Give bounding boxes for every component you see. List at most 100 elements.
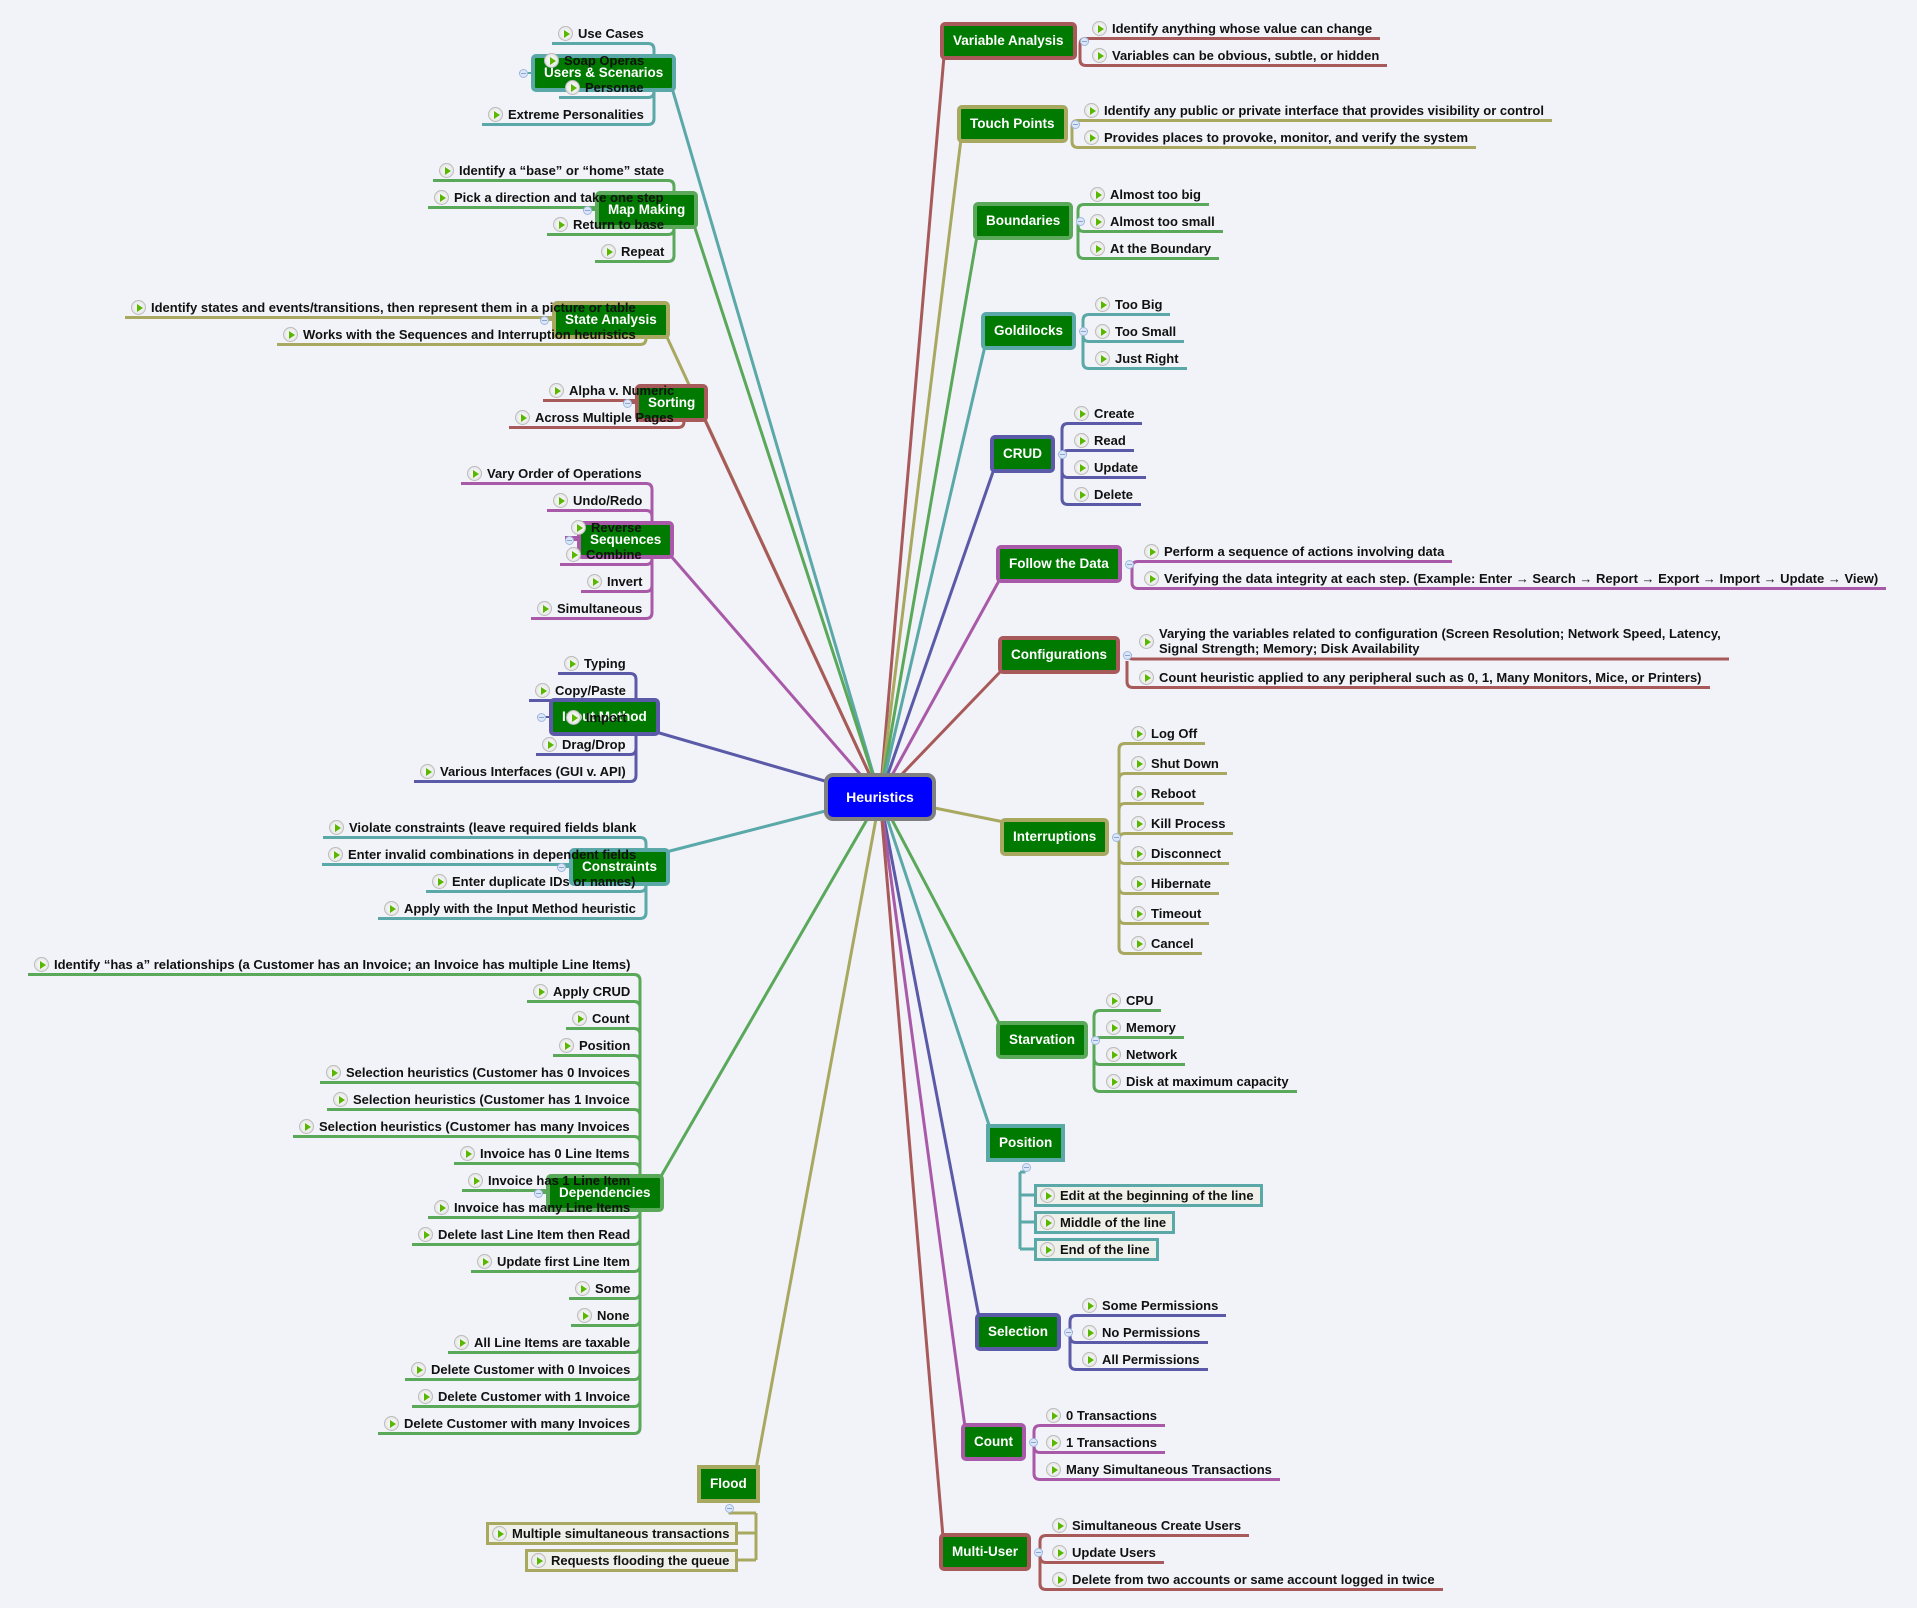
collapse-toggle-icon[interactable] [1058, 450, 1067, 459]
leaf-item[interactable]: Memory [1106, 1019, 1176, 1035]
leaf-item[interactable]: 1 Transactions [1046, 1434, 1157, 1450]
leaf-item[interactable]: Apply CRUD [533, 983, 630, 999]
leaf-item[interactable]: Multiple simultaneous transactions [486, 1521, 739, 1545]
leaf-item[interactable]: Pick a direction and take one step [434, 189, 664, 205]
leaf-item[interactable]: Cancel [1131, 935, 1194, 951]
leaf-item[interactable]: Provides places to provoke, monitor, and… [1084, 129, 1468, 145]
leaf-item[interactable]: Disconnect [1131, 845, 1221, 861]
leaf-item[interactable]: CPU [1106, 992, 1153, 1008]
branch-node-flood[interactable]: Flood [697, 1465, 760, 1503]
leaf-item[interactable]: Use Cases [558, 25, 644, 41]
collapse-toggle-icon[interactable] [1071, 120, 1080, 129]
leaf-item[interactable]: At the Boundary [1090, 240, 1211, 256]
leaf-item[interactable]: Invoice has 1 Line Item [468, 1172, 630, 1188]
leaf-item[interactable]: Update Users [1052, 1544, 1156, 1560]
leaf-item[interactable]: Update first Line Item [477, 1253, 630, 1269]
branch-node-starvation[interactable]: Starvation [996, 1021, 1089, 1059]
collapse-toggle-icon[interactable] [1125, 560, 1134, 569]
collapse-toggle-icon[interactable] [540, 316, 549, 325]
leaf-item[interactable]: Network [1106, 1046, 1177, 1062]
leaf-item[interactable]: Selection heuristics (Customer has many … [299, 1118, 630, 1134]
leaf-item[interactable]: Violate constraints (leave required fiel… [329, 819, 636, 835]
leaf-item[interactable]: Invert [587, 573, 642, 589]
leaf-item[interactable]: Personae [565, 79, 644, 95]
branch-node-position[interactable]: Position [986, 1124, 1066, 1162]
leaf-item[interactable]: Return to base [553, 216, 664, 232]
leaf-item[interactable]: All Line Items are taxable [454, 1334, 630, 1350]
branch-node-crud[interactable]: CRUD [990, 435, 1055, 473]
leaf-item[interactable]: Edit at the beginning of the line [1034, 1183, 1263, 1207]
leaf-item[interactable]: Log Off [1131, 725, 1197, 741]
leaf-item[interactable]: Soap Operas [544, 52, 644, 68]
leaf-item[interactable]: Count heuristic applied to any periphera… [1139, 669, 1702, 685]
branch-node-follow-the-data[interactable]: Follow the Data [996, 545, 1122, 583]
collapse-toggle-icon[interactable] [623, 399, 632, 408]
leaf-item[interactable]: Update [1074, 459, 1138, 475]
leaf-item[interactable]: Count [572, 1010, 630, 1026]
branch-node-configurations[interactable]: Configurations [998, 636, 1120, 674]
leaf-item[interactable]: Identify “has a” relationships (a Custom… [34, 956, 630, 972]
collapse-toggle-icon[interactable] [1034, 1548, 1043, 1557]
leaf-item[interactable]: Selection heuristics (Customer has 1 Inv… [333, 1091, 630, 1107]
branch-node-selection[interactable]: Selection [975, 1313, 1062, 1351]
leaf-item[interactable]: Some Permissions [1082, 1297, 1218, 1313]
leaf-item[interactable]: End of the line [1034, 1237, 1159, 1261]
leaf-item[interactable]: Simultaneous Create Users [1052, 1517, 1241, 1533]
leaf-item[interactable]: Invoice has 0 Line Items [460, 1145, 630, 1161]
leaf-item[interactable]: Delete last Line Item then Read [418, 1226, 630, 1242]
collapse-toggle-icon[interactable] [1079, 327, 1088, 336]
leaf-item[interactable]: Identify anything whose value can change [1092, 20, 1372, 36]
leaf-item[interactable]: Vary Order of Operations [467, 465, 642, 481]
collapse-toggle-icon[interactable] [1091, 1036, 1100, 1045]
leaf-item[interactable]: None [577, 1307, 630, 1323]
leaf-item[interactable]: Delete from two accounts or same account… [1052, 1571, 1435, 1587]
leaf-item[interactable]: Middle of the line [1034, 1210, 1176, 1234]
branch-node-multi-user[interactable]: Multi-User [939, 1533, 1032, 1571]
leaf-item[interactable]: Almost too big [1090, 186, 1201, 202]
leaf-item[interactable]: Requests flooding the queue [525, 1548, 739, 1572]
leaf-item[interactable]: Variables can be obvious, subtle, or hid… [1092, 47, 1379, 63]
collapse-toggle-icon[interactable] [519, 69, 528, 78]
leaf-item[interactable]: Invoice has many Line Items [434, 1199, 630, 1215]
leaf-item[interactable]: Enter invalid combinations in dependent … [328, 846, 636, 862]
leaf-item[interactable]: Drag/Drop [542, 736, 626, 752]
leaf-item[interactable]: Import [566, 709, 626, 725]
branch-node-boundaries[interactable]: Boundaries [973, 202, 1074, 240]
root-node-heuristics[interactable]: Heuristics [824, 773, 936, 821]
leaf-item[interactable]: Alpha v. Numeric [549, 382, 674, 398]
collapse-toggle-icon[interactable] [1064, 1328, 1073, 1337]
collapse-toggle-icon[interactable] [534, 1189, 543, 1198]
branch-node-touch-points[interactable]: Touch Points [957, 105, 1068, 143]
leaf-item[interactable]: Across Multiple Pages [515, 409, 674, 425]
leaf-item[interactable]: Shut Down [1131, 755, 1219, 771]
leaf-item[interactable]: Copy/Paste [535, 682, 626, 698]
leaf-item[interactable]: Delete [1074, 486, 1133, 502]
collapse-toggle-icon[interactable] [537, 713, 546, 722]
leaf-item[interactable]: Disk at maximum capacity [1106, 1073, 1289, 1089]
collapse-toggle-icon[interactable] [1112, 833, 1121, 842]
collapse-toggle-icon[interactable] [1029, 1438, 1038, 1447]
branch-node-goldilocks[interactable]: Goldilocks [981, 312, 1077, 350]
leaf-item[interactable]: Reboot [1131, 785, 1196, 801]
branch-node-variable-analysis[interactable]: Variable Analysis [940, 22, 1077, 60]
leaf-item[interactable]: Position [559, 1037, 630, 1053]
leaf-item[interactable]: Just Right [1095, 350, 1179, 366]
branch-node-count[interactable]: Count [961, 1423, 1026, 1461]
leaf-item[interactable]: Extreme Personalities [488, 106, 644, 122]
leaf-item[interactable]: Delete Customer with 1 Invoice [418, 1388, 630, 1404]
leaf-item[interactable]: Reverse [571, 519, 642, 535]
leaf-item[interactable]: Too Big [1095, 296, 1162, 312]
collapse-toggle-icon[interactable] [1123, 651, 1132, 660]
leaf-item[interactable]: Many Simultaneous Transactions [1046, 1461, 1272, 1477]
leaf-item[interactable]: Some [575, 1280, 630, 1296]
collapse-toggle-icon[interactable] [1076, 217, 1085, 226]
leaf-item[interactable]: Identify any public or private interface… [1084, 102, 1544, 118]
collapse-toggle-icon[interactable] [583, 206, 592, 215]
leaf-item[interactable]: Hibernate [1131, 875, 1211, 891]
leaf-item[interactable]: Repeat [601, 243, 664, 259]
leaf-item[interactable]: Timeout [1131, 905, 1201, 921]
leaf-item[interactable]: Delete Customer with many Invoices [384, 1415, 630, 1431]
leaf-item[interactable]: Undo/Redo [553, 492, 642, 508]
leaf-item[interactable]: Varying the variables related to configu… [1139, 626, 1721, 656]
leaf-item[interactable]: Delete Customer with 0 Invoices [411, 1361, 630, 1377]
